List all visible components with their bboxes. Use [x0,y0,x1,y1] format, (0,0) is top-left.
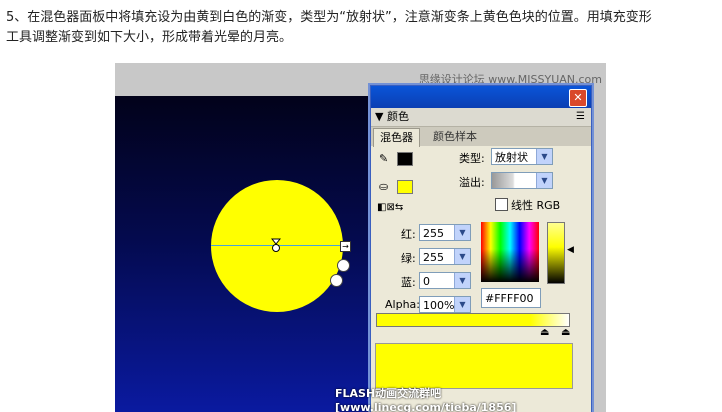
hex-value: #FFFF00 [485,292,534,305]
red-label: 红: [401,228,416,241]
instruction-line-2: 工具调整渐变到如下大小，形成带着光晕的月亮。 [6,30,293,45]
tab-swatches[interactable]: 颜色样本 [427,128,483,146]
gradient-definition-bar[interactable] [376,313,570,327]
linear-rgb-label: 线性 RGB [511,199,561,212]
collapse-arrow-icon[interactable]: ▼ [375,110,383,123]
brightness-pointer-icon[interactable]: ◀ [567,245,574,255]
green-label: 绿: [401,252,416,265]
alpha-label: Alpha: [385,298,420,311]
pencil-icon: ✎ [379,152,389,165]
chevron-down-icon: ▼ [454,273,470,288]
panel-titlebar[interactable]: ✕ [371,86,591,108]
panel-tabs: 混色器 颜色样本 [371,127,591,147]
overflow-label: 溢出: [459,176,485,189]
mixer-body: ✎ ⛀ ◧⊠⇆ 类型: 放射状 ▼ 溢出: ▼ 线性 RGB 红: 255 ▼ … [371,146,591,406]
hex-field[interactable]: #FFFF00 [481,288,541,308]
brightness-slider[interactable] [547,222,565,284]
red-value: 255 [423,227,444,240]
close-button[interactable]: ✕ [569,89,587,107]
chevron-down-icon: ▼ [536,149,552,164]
instruction-line-1: 5、在混色器面板中将填充设为由黄到白色的渐变，类型为“放射状”，注意渐变条上黄色… [6,10,652,25]
green-value: 255 [423,251,444,264]
linear-rgb-checkbox[interactable] [495,198,508,211]
flash-screenshot: 思缘设计论坛 www.MISSYUAN.com → ✕ ▼ 颜色 ☰ 混色器 颜… [115,63,606,412]
blue-label: 蓝: [401,276,416,289]
panel-menu-icon[interactable]: ☰ [576,108,585,126]
panel-header[interactable]: ▼ 颜色 ☰ [371,108,591,127]
green-field[interactable]: 255 ▼ [419,248,471,265]
color-spectrum[interactable] [481,222,539,282]
chevron-down-icon: ▼ [454,225,470,240]
type-label: 类型: [459,152,485,165]
swap-colors-icon[interactable]: ◧⊠⇆ [377,202,403,213]
gradient-size-handle[interactable] [330,274,343,287]
gradient-rotate-handle[interactable] [337,259,350,272]
color-mixer-panel: ✕ ▼ 颜色 ☰ 混色器 颜色样本 ✎ ⛀ ◧⊠⇆ 类型: 放射状 ▼ 溢出: … [370,85,592,412]
type-select-value: 放射状 [495,151,528,164]
chevron-down-icon: ▼ [536,173,552,188]
gradient-preview [375,343,573,389]
blue-field[interactable]: 0 ▼ [419,272,471,289]
alpha-value: 100% [423,299,455,312]
overflow-select[interactable]: ▼ [491,172,553,189]
gradient-width-handle[interactable]: → [340,241,351,252]
panel-title: 颜色 [386,110,409,123]
paint-bucket-icon: ⛀ [379,180,389,193]
chevron-down-icon: ▼ [454,249,470,264]
red-field[interactable]: 255 ▼ [419,224,471,241]
yellow-color-pointer[interactable]: ⏏ [540,327,549,338]
credit-text: FLASH动画交流群吧 [www.linecg.com/tieba/1856] [335,387,517,412]
fill-color-swatch[interactable] [397,180,413,194]
blue-value: 0 [423,275,430,288]
chevron-down-icon: ▼ [454,297,470,312]
gradient-center-handle[interactable] [271,238,281,252]
tab-mixer[interactable]: 混色器 [373,128,420,147]
white-color-pointer[interactable]: ⏏ [561,327,570,338]
type-select[interactable]: 放射状 ▼ [491,148,553,165]
stage-canvas[interactable]: → [115,96,385,412]
stroke-color-swatch[interactable] [397,152,413,166]
alpha-field[interactable]: 100% ▼ [419,296,471,313]
instruction-text: 5、在混色器面板中将填充设为由黄到白色的渐变，类型为“放射状”，注意渐变条上黄色… [6,8,718,48]
